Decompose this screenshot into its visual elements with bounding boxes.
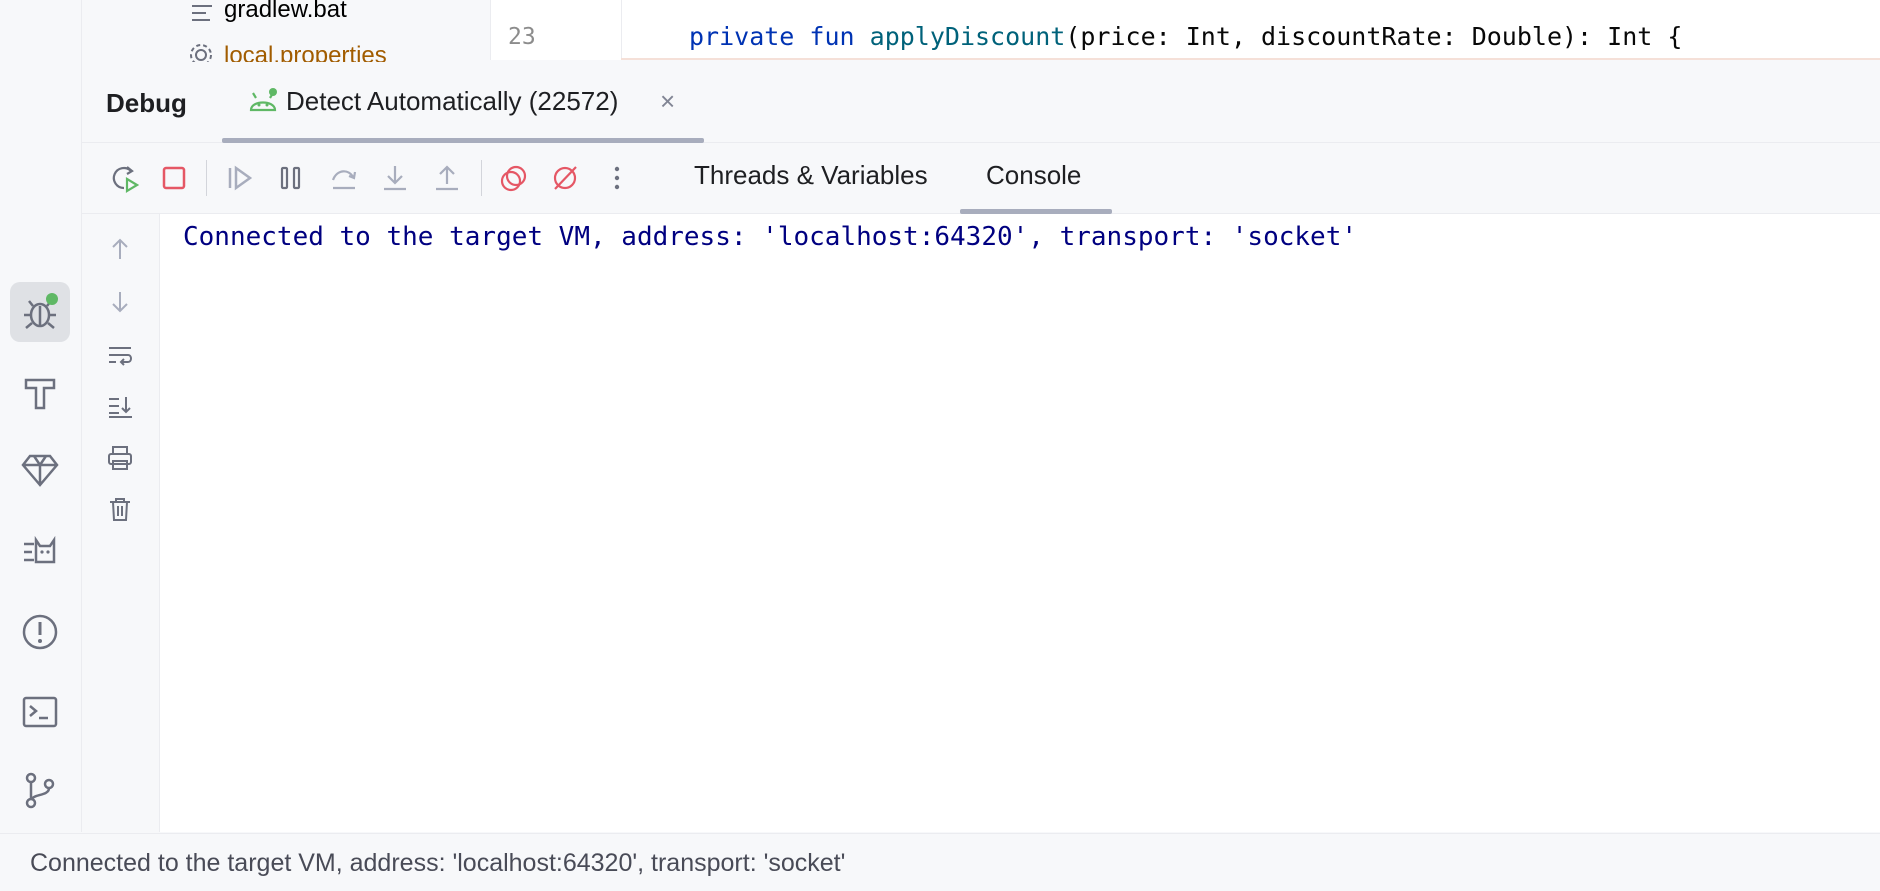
code-line: private fun applyDiscount(price: Int, di… bbox=[689, 22, 1682, 51]
print-icon bbox=[108, 446, 132, 470]
debug-tool-button[interactable] bbox=[10, 282, 70, 342]
keyword-private: private bbox=[689, 22, 795, 51]
more-options-button[interactable] bbox=[597, 158, 637, 198]
line-number: 23 bbox=[508, 24, 536, 50]
view-breakpoints-icon bbox=[500, 165, 527, 192]
cat-icon bbox=[24, 535, 56, 564]
step-out-button[interactable] bbox=[427, 158, 467, 198]
clear-all-button[interactable] bbox=[100, 489, 140, 529]
editor-border bbox=[621, 58, 1880, 60]
tool-window-strip bbox=[0, 0, 82, 832]
up-arrow-icon bbox=[112, 238, 128, 259]
step-over-button[interactable] bbox=[324, 158, 364, 198]
console-output[interactable] bbox=[160, 214, 1880, 832]
build-icon bbox=[24, 378, 56, 410]
git-tool-button[interactable] bbox=[10, 760, 70, 820]
clear-all-icon bbox=[110, 498, 130, 521]
terminal-tool-button[interactable] bbox=[10, 682, 70, 742]
android-icon bbox=[248, 88, 278, 119]
git-icon bbox=[25, 772, 55, 809]
toolbar-separator bbox=[481, 160, 482, 196]
down-arrow-icon bbox=[112, 292, 128, 313]
scroll-to-end-icon bbox=[109, 397, 132, 418]
terminal-icon bbox=[22, 696, 58, 728]
function-signature: (price: Int, discountRate: Double): Int … bbox=[1065, 22, 1683, 51]
problems-tool-button[interactable] bbox=[10, 602, 70, 662]
view-breakpoints-button[interactable] bbox=[494, 158, 534, 198]
rerun-button[interactable] bbox=[104, 158, 144, 198]
mute-breakpoints-icon bbox=[553, 166, 577, 190]
close-session-button[interactable]: × bbox=[660, 86, 675, 117]
step-over-icon bbox=[331, 170, 357, 190]
soft-wrap-icon bbox=[109, 347, 132, 366]
tree-item-gradlew[interactable]: gradlew.bat bbox=[192, 0, 347, 24]
gem-tool-button[interactable] bbox=[10, 440, 70, 500]
resume-icon bbox=[228, 165, 253, 191]
soft-wrap-button[interactable] bbox=[100, 335, 140, 375]
step-out-icon bbox=[436, 165, 458, 191]
pause-icon bbox=[280, 166, 301, 190]
debug-icon bbox=[24, 293, 58, 329]
print-button[interactable] bbox=[100, 438, 140, 478]
scroll-to-end-button[interactable] bbox=[100, 386, 140, 426]
stop-button[interactable] bbox=[154, 158, 194, 198]
status-message: Connected to the target VM, address: 'lo… bbox=[30, 849, 846, 877]
tab-console[interactable]: Console bbox=[986, 160, 1081, 191]
gem-icon bbox=[21, 454, 59, 487]
mute-breakpoints-button[interactable] bbox=[545, 158, 585, 198]
rerun-icon bbox=[112, 166, 139, 193]
cat-tool-button[interactable] bbox=[10, 522, 70, 582]
step-into-icon bbox=[384, 166, 406, 191]
keyword-fun: fun bbox=[809, 22, 855, 51]
build-tool-button[interactable] bbox=[10, 362, 70, 422]
up-button[interactable] bbox=[100, 229, 140, 269]
problems-icon bbox=[22, 614, 58, 650]
more-icon bbox=[614, 166, 620, 190]
tab-threads-variables[interactable]: Threads & Variables bbox=[694, 160, 928, 191]
toolbar-separator bbox=[206, 160, 207, 196]
console-line: Connected to the target VM, address: 'lo… bbox=[183, 222, 1357, 252]
debug-title: Debug bbox=[106, 88, 187, 118]
stop-icon bbox=[162, 166, 186, 190]
function-name: applyDiscount bbox=[869, 22, 1066, 51]
text-file-icon bbox=[190, 2, 214, 30]
resume-button[interactable] bbox=[220, 158, 260, 198]
session-label: Detect Automatically (22572) bbox=[286, 86, 619, 116]
step-into-button[interactable] bbox=[375, 158, 415, 198]
down-button[interactable] bbox=[100, 282, 140, 322]
pause-button[interactable] bbox=[271, 158, 311, 198]
